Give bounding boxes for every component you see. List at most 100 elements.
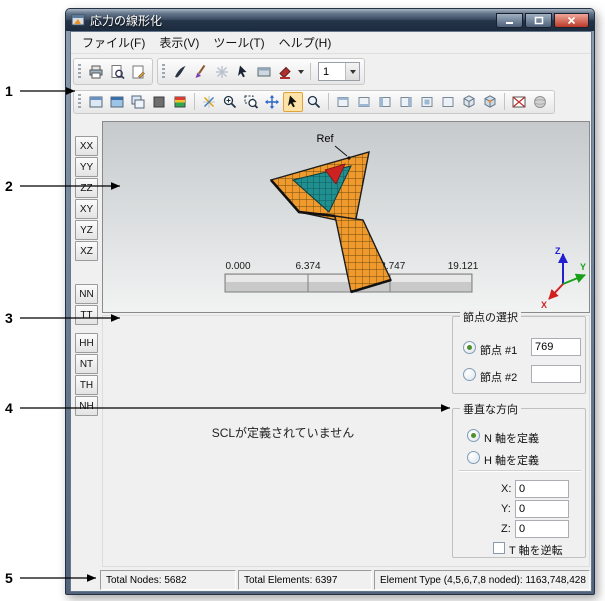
axis-z-label: Z	[555, 246, 561, 256]
callout-5: 5	[5, 570, 13, 586]
x-input[interactable]	[515, 480, 569, 498]
stress-th-button[interactable]: TH	[75, 375, 98, 395]
sphere-icon[interactable]	[530, 92, 550, 112]
print-preview-icon[interactable]	[107, 62, 127, 82]
ruler-value-3: 19.121	[448, 261, 479, 272]
stress-nh-button[interactable]: NH	[75, 396, 98, 416]
stress-xx-button[interactable]: XX	[75, 136, 98, 156]
view-left-icon[interactable]	[375, 92, 395, 112]
normal-direction-title: 垂直な方向	[460, 401, 521, 417]
select-arrow-icon[interactable]	[283, 91, 303, 112]
minimize-button[interactable]	[496, 12, 523, 28]
pointer-icon[interactable]	[233, 62, 253, 82]
node2-input[interactable]	[531, 365, 581, 383]
x-label: X:	[501, 483, 512, 495]
view-front-icon[interactable]	[333, 92, 353, 112]
toolbar-view	[73, 88, 555, 115]
node2-label[interactable]: 節点 #2	[480, 369, 517, 385]
h-axis-label[interactable]: H 軸を定義	[484, 452, 539, 468]
scale-value: 1	[323, 65, 330, 78]
viewport-shaded-icon[interactable]	[107, 92, 127, 112]
viewport-canvas: 0.000 6.374 12.747 19.121 Ref Z Y X	[224, 133, 586, 310]
toolbar-gripper[interactable]	[78, 64, 81, 79]
node1-label[interactable]: 節点 #1	[480, 342, 517, 358]
stress-nn-button[interactable]: NN	[75, 284, 98, 304]
toolbar-gripper[interactable]	[162, 64, 165, 79]
stress-yz-button[interactable]: YZ	[75, 220, 98, 240]
view-bottom-icon[interactable]	[438, 92, 458, 112]
toolbar-gripper[interactable]	[78, 94, 81, 109]
brush-icon[interactable]	[191, 62, 211, 82]
node-selection-group: 節点の選択 節点 #1 節点 #2	[452, 309, 586, 394]
node1-radio[interactable]	[463, 341, 476, 354]
ref-annotation: Ref	[316, 133, 348, 157]
stress-hh-button[interactable]: HH	[75, 333, 98, 353]
callout-4: 4	[5, 400, 13, 416]
pen-icon[interactable]	[170, 62, 190, 82]
window-title: 応力の線形化	[90, 13, 163, 28]
fea-model	[269, 151, 392, 294]
view-right-icon[interactable]	[396, 92, 416, 112]
ruler-value-0: 0.000	[225, 261, 250, 272]
zoom-window-icon[interactable]	[241, 92, 261, 112]
h-axis-radio[interactable]	[467, 451, 480, 464]
box-icon[interactable]	[254, 62, 274, 82]
group-separator	[459, 470, 581, 472]
clear-selection-icon[interactable]	[212, 62, 232, 82]
toolbar-separator	[194, 93, 195, 110]
stress-nt-button[interactable]: NT	[75, 354, 98, 374]
maximize-button[interactable]	[525, 12, 552, 28]
viewport-3d[interactable]: 0.000 6.374 12.747 19.121 Ref Z Y X	[102, 121, 590, 313]
y-input[interactable]	[515, 500, 569, 518]
invert-t-checkbox[interactable]	[493, 542, 505, 554]
node1-input[interactable]	[531, 338, 581, 356]
zoom-in-icon[interactable]	[220, 92, 240, 112]
node2-radio[interactable]	[463, 368, 476, 381]
menu-bar: ファイル(F) 表示(V) ツール(T) ヘルプ(H)	[71, 32, 591, 54]
axes-icon[interactable]	[199, 92, 219, 112]
view-iso-icon[interactable]	[459, 92, 479, 112]
toolbar-band-file	[73, 58, 153, 85]
print-icon[interactable]	[86, 62, 106, 82]
invert-t-label[interactable]: T 軸を逆転	[509, 542, 563, 558]
pan-icon[interactable]	[262, 92, 282, 112]
viewport-multi-icon[interactable]	[128, 92, 148, 112]
normal-direction-group: 垂直な方向 N 軸を定義 H 軸を定義 X: Y: Z: T 軸を逆転	[452, 401, 586, 558]
menu-view[interactable]: 表示(V)	[152, 32, 206, 54]
scl-message: SCLが定義されていません	[211, 426, 355, 440]
z-input[interactable]	[515, 520, 569, 538]
menu-file[interactable]: ファイル(F)	[75, 32, 152, 54]
stress-yy-button[interactable]: YY	[75, 157, 98, 177]
element-x-icon[interactable]	[509, 92, 529, 112]
view-dimetric-icon[interactable]	[480, 92, 500, 112]
app-icon	[71, 13, 85, 27]
status-element-type: Element Type (4,5,6,7,8 noded): 1163,748…	[374, 570, 590, 590]
y-label: Y:	[501, 503, 511, 515]
toolbar-standard: 1	[73, 56, 365, 87]
view-back-icon[interactable]	[354, 92, 374, 112]
close-button[interactable]	[554, 12, 589, 28]
paint-icon[interactable]	[275, 62, 295, 82]
stress-xz-button[interactable]: XZ	[75, 241, 98, 261]
callout-1: 1	[5, 83, 13, 99]
stress-component-bar: XX YY ZZ XY YZ XZ NN TT HH NT TH NH	[75, 136, 99, 417]
menu-tools[interactable]: ツール(T)	[206, 32, 271, 54]
combo-dropdown-icon[interactable]	[345, 63, 359, 80]
stress-zz-button[interactable]: ZZ	[75, 178, 98, 198]
zoom-icon[interactable]	[304, 92, 324, 112]
contour-icon[interactable]	[170, 92, 190, 112]
dropdown-arrow-icon[interactable]	[298, 69, 304, 74]
n-axis-label[interactable]: N 軸を定義	[484, 430, 539, 446]
node-selection-title: 節点の選択	[460, 309, 521, 325]
stress-tt-button[interactable]: TT	[75, 305, 98, 325]
menu-help[interactable]: ヘルプ(H)	[272, 32, 339, 54]
stress-xy-button[interactable]: XY	[75, 199, 98, 219]
solid-gray-icon[interactable]	[149, 92, 169, 112]
axis-triad-icon: Z Y X	[541, 246, 586, 310]
n-axis-radio[interactable]	[467, 429, 480, 442]
page-setup-icon[interactable]	[128, 62, 148, 82]
view-top-icon[interactable]	[417, 92, 437, 112]
scale-combobox[interactable]: 1	[318, 62, 360, 81]
viewport-icon[interactable]	[86, 92, 106, 112]
